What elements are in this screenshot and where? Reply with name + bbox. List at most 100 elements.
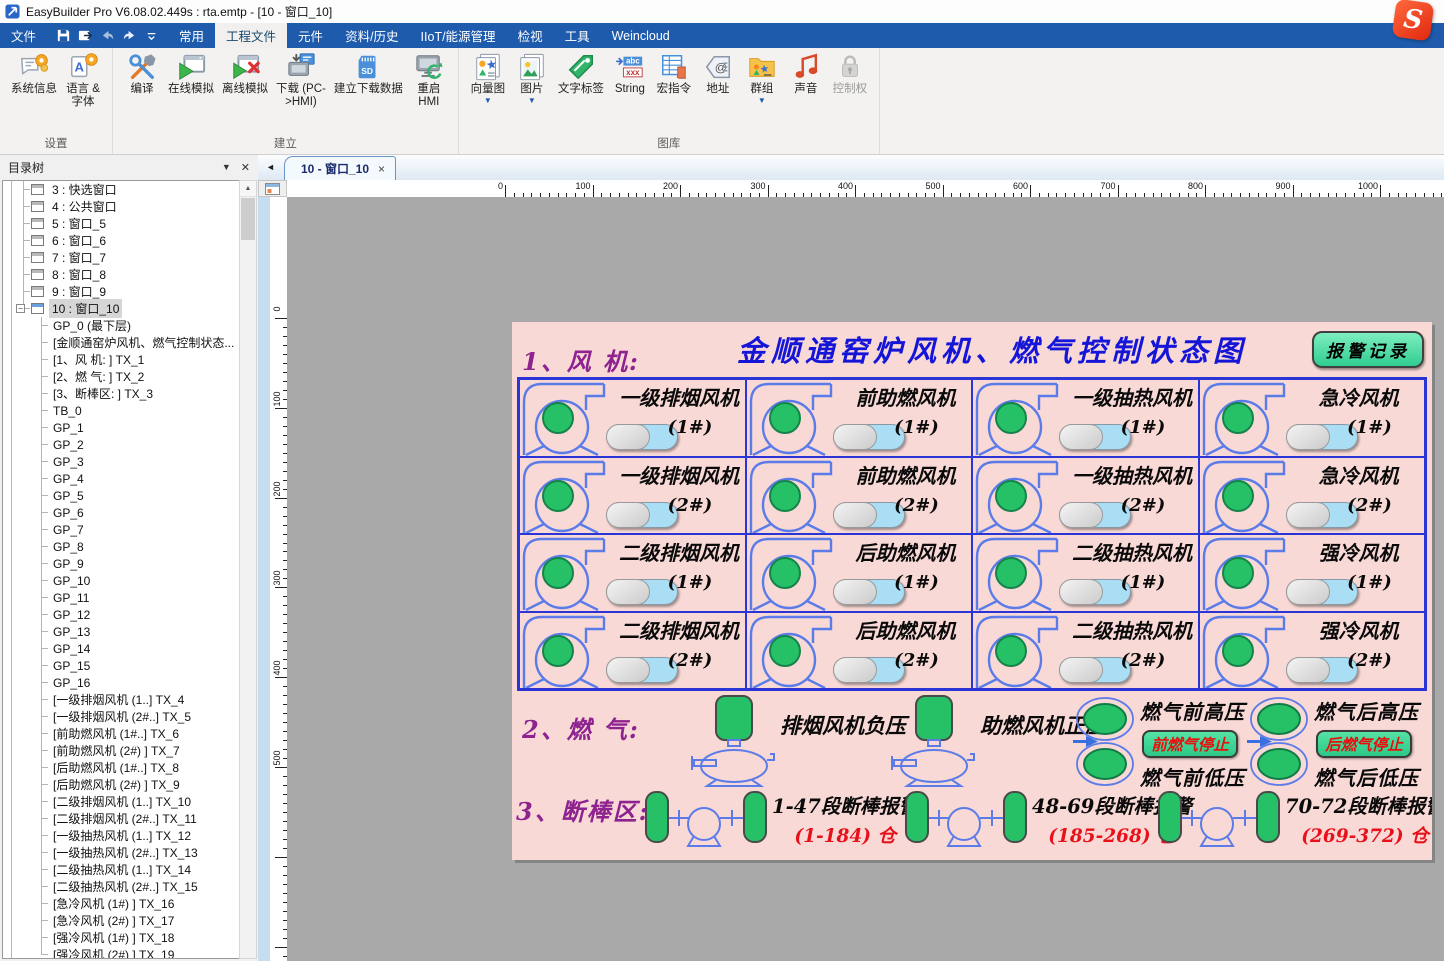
- tree-object-item[interactable]: [二级排烟风机 (1..] TX_10: [3, 793, 239, 810]
- tree-object-item[interactable]: [一级排烟风机 (1..] TX_4: [3, 691, 239, 708]
- tree-object-item[interactable]: GP_16: [3, 674, 239, 691]
- tree-object-item[interactable]: [强冷风机 (2#) ] TX_19: [3, 946, 239, 959]
- ribbon-item[interactable]: 向量图▼: [466, 52, 510, 105]
- tree-window-item[interactable]: −10 : 窗口_10: [3, 300, 239, 317]
- tree-object-item[interactable]: [前助燃风机 (1#..] TX_6: [3, 725, 239, 742]
- fan-object-一级排烟风机-(1#)[interactable]: 一级排烟风机(1#): [519, 379, 746, 457]
- tree-object-item[interactable]: GP_1: [3, 419, 239, 436]
- ribbon-item[interactable]: abcxxxString: [608, 52, 652, 96]
- menu-tab-2[interactable]: 元件: [287, 23, 334, 48]
- gas-stop-button[interactable]: 前燃气停止: [1142, 730, 1238, 758]
- chevron-down-icon[interactable]: ▼: [758, 97, 766, 105]
- fan-object-一级抽热风机-(2#)[interactable]: 一级抽热风机(2#): [972, 457, 1199, 535]
- tree-object-item[interactable]: [一级抽热风机 (1..] TX_12: [3, 827, 239, 844]
- rod-break-device[interactable]: 1-47段断棒报警(1-184) 仓: [644, 788, 918, 855]
- tree-expander-icon[interactable]: −: [16, 304, 25, 313]
- fan-object-前助燃风机-(1#)[interactable]: 前助燃风机(1#): [746, 379, 973, 457]
- tree-object-item[interactable]: [后助燃风机 (2#) ] TX_9: [3, 776, 239, 793]
- gas-double-valve[interactable]: 燃气后高压后燃气停止燃气后低压: [1246, 696, 1419, 793]
- gas-double-valve[interactable]: 燃气前高压前燃气停止燃气前低压: [1072, 696, 1245, 793]
- ribbon-item[interactable]: SD建立下载数据: [330, 52, 407, 96]
- tree-object-item[interactable]: [二级抽热风机 (1..] TX_14: [3, 861, 239, 878]
- fan-object-后助燃风机-(2#)[interactable]: 后助燃风机(2#): [746, 612, 973, 690]
- tree-object-item[interactable]: GP_3: [3, 453, 239, 470]
- tree-object-item[interactable]: [2、燃 气: ] TX_2: [3, 368, 239, 385]
- alarm-record-button[interactable]: 报警记录: [1312, 331, 1424, 368]
- save-icon[interactable]: [56, 28, 71, 43]
- section-label-fan[interactable]: 1、风 机:: [522, 342, 640, 377]
- tree-window-item[interactable]: 9 : 窗口_9: [3, 283, 239, 300]
- menu-tab-0[interactable]: 常用: [168, 23, 215, 48]
- tree-object-item[interactable]: GP_15: [3, 657, 239, 674]
- tree-object-item[interactable]: GP_13: [3, 623, 239, 640]
- tab-close-icon[interactable]: ×: [378, 162, 385, 176]
- menu-tab-4[interactable]: IIoT/能源管理: [410, 23, 507, 48]
- ribbon-item[interactable]: 下载 (PC- >HMI): [272, 52, 330, 109]
- tree-object-item[interactable]: [3、断棒区: ] TX_3: [3, 385, 239, 402]
- tree-object-item[interactable]: TB_0: [3, 402, 239, 419]
- tree-object-item[interactable]: [金顺通窑炉风机、燃气控制状态...: [3, 334, 239, 351]
- export-icon[interactable]: [78, 28, 93, 43]
- tree-window-item[interactable]: 7 : 窗口_7: [3, 249, 239, 266]
- menu-tab-3[interactable]: 资料/历史: [334, 23, 409, 48]
- menu-tab-7[interactable]: Weincloud: [601, 23, 681, 48]
- tree-window-item[interactable]: 5 : 窗口_5: [3, 215, 239, 232]
- tree-object-item[interactable]: [前助燃风机 (2#) ] TX_7: [3, 742, 239, 759]
- tab-nav-left-icon[interactable]: ◄: [266, 162, 275, 172]
- section-label-gas[interactable]: 2、燃 气:: [522, 710, 640, 745]
- tree-object-item[interactable]: [强冷风机 (1#) ] TX_18: [3, 929, 239, 946]
- tree-object-item[interactable]: [二级排烟风机 (2#..] TX_11: [3, 810, 239, 827]
- tree-object-item[interactable]: GP_5: [3, 487, 239, 504]
- ribbon-item[interactable]: 编译: [120, 52, 164, 96]
- tree-object-item[interactable]: GP_0 (最下层): [3, 317, 239, 334]
- fan-object-二级抽热风机-(2#)[interactable]: 二级抽热风机(2#): [972, 612, 1199, 690]
- fan-object-强冷风机-(2#)[interactable]: 强冷风机(2#): [1199, 612, 1426, 690]
- panel-collapse-icon[interactable]: ▼: [222, 162, 231, 172]
- chevron-down-icon[interactable]: ▼: [528, 97, 536, 105]
- fan-object-一级排烟风机-(2#)[interactable]: 一级排烟风机(2#): [519, 457, 746, 535]
- tree-object-item[interactable]: GP_8: [3, 538, 239, 555]
- ribbon-item[interactable]: 宏指令: [652, 52, 696, 96]
- document-tab[interactable]: 10 - 窗口_10 ×: [284, 156, 396, 180]
- chevron-down-icon[interactable]: ▼: [484, 97, 492, 105]
- ribbon-item[interactable]: 控制权: [828, 52, 872, 96]
- tree-object-item[interactable]: GP_11: [3, 589, 239, 606]
- more-icon[interactable]: [144, 28, 159, 43]
- fan-object-一级抽热风机-(1#)[interactable]: 一级抽热风机(1#): [972, 379, 1199, 457]
- tree-object-item[interactable]: GP_12: [3, 606, 239, 623]
- menu-tab-1[interactable]: 工程文件: [215, 23, 287, 48]
- tree-object-item[interactable]: [一级抽热风机 (2#..] TX_13: [3, 844, 239, 861]
- tree-object-item[interactable]: [后助燃风机 (1#..] TX_8: [3, 759, 239, 776]
- panel-close-icon[interactable]: ✕: [241, 161, 250, 174]
- ribbon-item[interactable]: 文字标签: [554, 52, 608, 96]
- tree-object-item[interactable]: GP_4: [3, 470, 239, 487]
- ribbon-item[interactable]: 在线模拟: [164, 52, 218, 96]
- fan-object-二级排烟风机-(2#)[interactable]: 二级排烟风机(2#): [519, 612, 746, 690]
- gas-pressure-device[interactable]: 排烟风机负压: [690, 694, 906, 793]
- tree-object-item[interactable]: [急冷风机 (2#) ] TX_17: [3, 912, 239, 929]
- tree-object-item[interactable]: GP_9: [3, 555, 239, 572]
- fan-object-后助燃风机-(1#)[interactable]: 后助燃风机(1#): [746, 534, 973, 612]
- tree-window-item[interactable]: 6 : 窗口_6: [3, 232, 239, 249]
- tree-object-item[interactable]: [急冷风机 (1#) ] TX_16: [3, 895, 239, 912]
- ribbon-item[interactable]: 离线模拟: [218, 52, 272, 96]
- tree-object-item[interactable]: GP_10: [3, 572, 239, 589]
- menu-tab-6[interactable]: 工具: [554, 23, 601, 48]
- fan-object-强冷风机-(1#)[interactable]: 强冷风机(1#): [1199, 534, 1426, 612]
- ribbon-item[interactable]: A语言 & 字体: [61, 52, 105, 109]
- ribbon-item[interactable]: 群组▼: [740, 52, 784, 105]
- menu-tab-5[interactable]: 检视: [507, 23, 554, 48]
- hmi-title[interactable]: 金顺通窑炉风机、燃气控制状态图: [692, 328, 1292, 370]
- tree-scrollbar[interactable]: ▲: [239, 180, 257, 959]
- ribbon-item[interactable]: 声音: [784, 52, 828, 96]
- tree-object-item[interactable]: GP_7: [3, 521, 239, 538]
- tree-object-item[interactable]: GP_2: [3, 436, 239, 453]
- ribbon-item[interactable]: 系统信息: [7, 52, 61, 96]
- scrollbar-up-icon[interactable]: ▲: [240, 181, 256, 197]
- undo-icon[interactable]: [100, 28, 115, 43]
- rod-break-device[interactable]: 48-69段断棒报警(185-268) 仓: [904, 788, 1192, 855]
- tree-object-item[interactable]: [一级排烟风机 (2#..] TX_5: [3, 708, 239, 725]
- redo-icon[interactable]: [122, 28, 137, 43]
- rod-break-device[interactable]: 70-72段断棒报警(269-372) 仓: [1157, 788, 1432, 855]
- fan-object-急冷风机-(2#)[interactable]: 急冷风机(2#): [1199, 457, 1426, 535]
